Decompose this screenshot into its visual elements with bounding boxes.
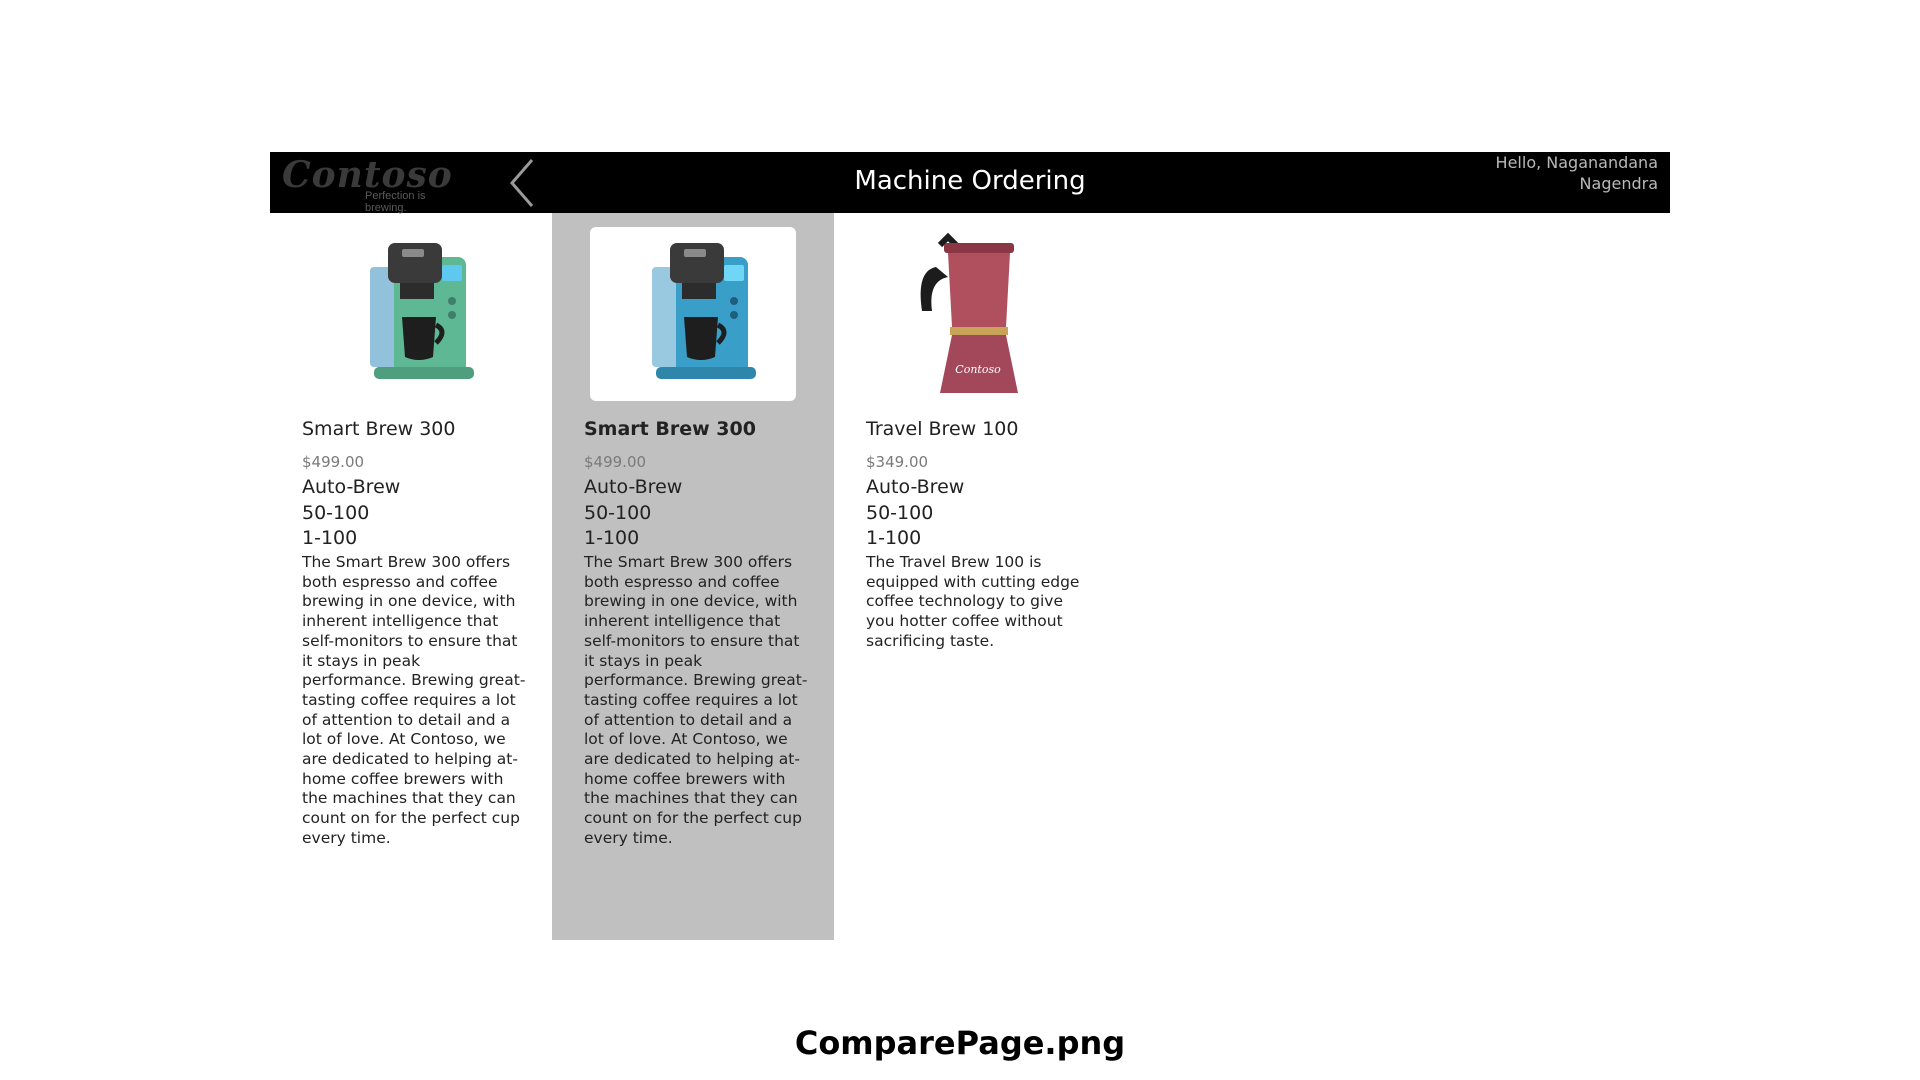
product-price: $499.00 [584, 453, 647, 471]
product-brew-type: Auto-Brew [302, 476, 401, 498]
product-card-selected[interactable]: Smart Brew 300 $499.00 Auto-Brew 50-100 … [552, 213, 834, 940]
user-greeting: Hello, Naganandana Nagendra [1496, 152, 1658, 194]
product-spec-2: 1-100 [302, 527, 358, 549]
moka-pot-logo: Contoso [955, 363, 1001, 376]
product-spec-1: 50-100 [584, 502, 652, 524]
product-image [590, 227, 796, 401]
page-title: Machine Ordering [854, 166, 1086, 196]
product-spec-1: 50-100 [302, 502, 370, 524]
product-name: Smart Brew 300 [302, 418, 456, 440]
header-bar: Contoso Perfection is brewing. Machine O… [270, 152, 1670, 214]
app-canvas: Contoso Perfection is brewing. Machine O… [270, 152, 1670, 940]
product-description: The Travel Brew 100 is equipped with cut… [866, 553, 1080, 650]
product-card[interactable]: Smart Brew 300 $499.00 Auto-Brew 50-100 … [270, 213, 552, 940]
product-brew-type: Auto-Brew [584, 476, 683, 498]
greeting-line1: Hello, Naganandana [1495, 153, 1658, 172]
product-description: The Smart Brew 300 offers both espresso … [302, 553, 526, 847]
product-image: Contoso [872, 227, 1078, 401]
product-description: The Smart Brew 300 offers both espresso … [584, 553, 808, 847]
product-card[interactable]: Contoso Travel Brew 100 $349.00 Auto-Bre… [834, 213, 1116, 940]
product-name: Travel Brew 100 [866, 418, 1019, 440]
product-name: Smart Brew 300 [584, 418, 756, 440]
greeting-line2: Nagendra [1579, 174, 1658, 193]
product-spec-1: 50-100 [866, 502, 934, 524]
moka-pot-image: Contoso [920, 232, 1018, 393]
product-price: $349.00 [866, 453, 929, 471]
product-spec-2: 1-100 [866, 527, 922, 549]
product-spec-2: 1-100 [584, 527, 640, 549]
product-brew-type: Auto-Brew [866, 476, 965, 498]
green-coffee-machine-image [370, 243, 474, 379]
file-caption: ComparePage.png [794, 1024, 1126, 1062]
product-image [308, 227, 514, 401]
product-price: $499.00 [302, 453, 365, 471]
blue-coffee-machine-image [652, 243, 756, 379]
